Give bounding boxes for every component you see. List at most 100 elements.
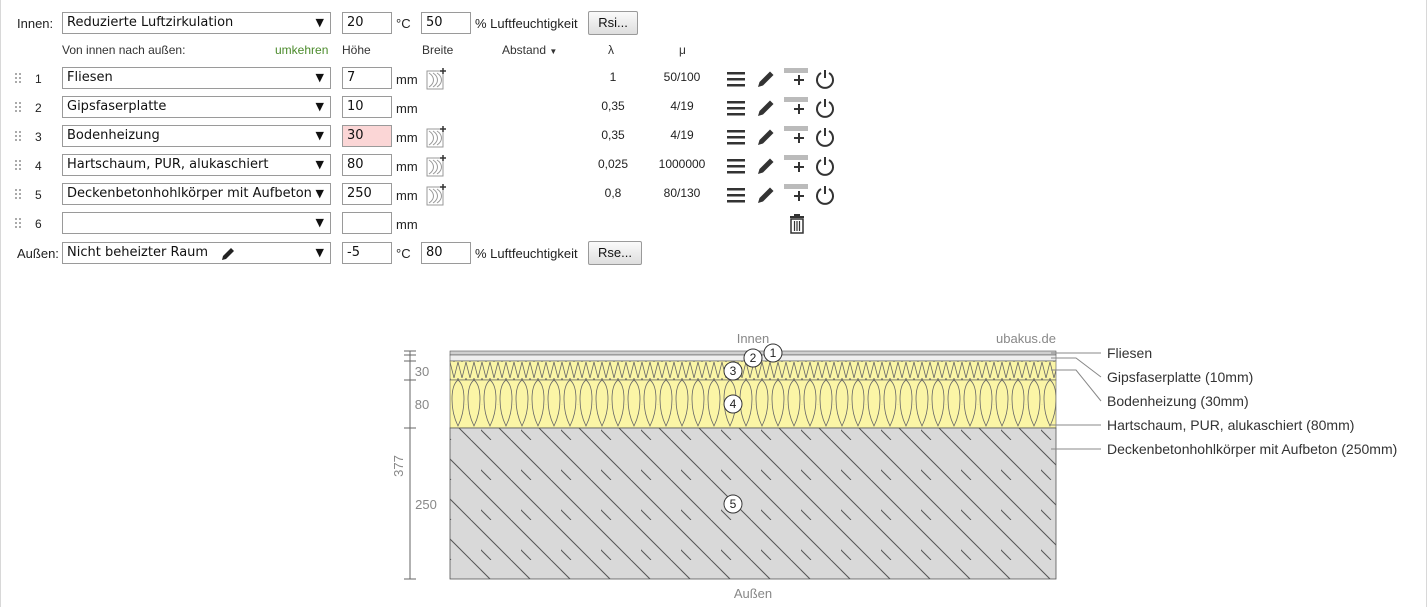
dropdown-arrow-icon: ▼ xyxy=(315,246,324,259)
menu-icon[interactable] xyxy=(725,126,747,148)
marker-5: 5 xyxy=(723,494,743,514)
layer-lambda: 0,8 xyxy=(604,186,622,200)
power-icon[interactable] xyxy=(814,67,836,89)
drag-handle-icon[interactable] xyxy=(15,160,23,172)
legend-item-fliesen: Fliesen xyxy=(1107,345,1152,361)
inside-climate-select[interactable]: Reduzierte Luftzirkulation ▼ xyxy=(62,12,331,34)
dropdown-arrow-icon: ▼ xyxy=(315,16,324,29)
layer-material-value: Gipsfaserplatte xyxy=(67,99,167,114)
layer-lambda: 0,025 xyxy=(597,157,629,171)
inside-humidity-input[interactable]: 50 xyxy=(421,12,471,34)
layer-material-select[interactable]: Deckenbetonhohlkörper mit Aufbeton ▼ xyxy=(62,183,331,205)
inside-climate-value: Reduzierte Luftzirkulation xyxy=(67,15,234,30)
menu-icon[interactable] xyxy=(725,68,747,90)
pencil-icon[interactable] xyxy=(755,126,777,148)
layer-index: 3 xyxy=(35,130,42,144)
svg-text:2: 2 xyxy=(750,351,757,365)
layer-lambda: 0,35 xyxy=(601,99,625,113)
layer-thickness-input[interactable]: 10 xyxy=(342,96,392,118)
power-icon[interactable] xyxy=(814,183,836,205)
layer-thickness-input[interactable] xyxy=(342,212,392,234)
layer-thickness-input[interactable]: 30 xyxy=(342,125,392,147)
cross-section-diagram: Innen ubakus.de Außen 30 80 250 377 1 2 … xyxy=(391,331,1397,601)
layer-mu: 80/130 xyxy=(663,186,701,200)
inside-temp-unit: °C xyxy=(396,16,411,31)
outside-label: Außen: xyxy=(17,246,59,261)
menu-icon[interactable] xyxy=(725,184,747,206)
insert-layer-icon[interactable] xyxy=(783,125,808,147)
layer-material-select[interactable]: Hartschaum, PUR, alukaschiert ▼ xyxy=(62,154,331,176)
layer-lambda: 0,35 xyxy=(601,128,625,142)
add-width-icon[interactable] xyxy=(425,183,447,206)
inside-temp-input[interactable]: 20 xyxy=(342,12,392,34)
insert-layer-icon[interactable] xyxy=(783,67,808,89)
layer-mu: 1000000 xyxy=(658,157,706,171)
drag-handle-icon[interactable] xyxy=(15,189,23,201)
power-icon[interactable] xyxy=(814,96,836,118)
distance-header-label: Abstand xyxy=(502,43,547,57)
outside-humidity-label: % Luftfeuchtigkeit xyxy=(475,246,578,261)
layer-thickness-unit: mm xyxy=(396,188,418,203)
trash-icon[interactable] xyxy=(787,213,809,235)
rsi-button[interactable]: Rsi... xyxy=(588,11,638,35)
pencil-icon[interactable] xyxy=(755,155,777,177)
layer-thickness-unit: mm xyxy=(396,159,418,174)
outside-climate-value: Nicht beheizter Raum xyxy=(67,245,209,260)
outside-humidity-input[interactable]: 80 xyxy=(421,242,471,264)
legend-item-gipsfaserplatte: Gipsfaserplatte (10mm) xyxy=(1107,369,1253,385)
pencil-icon[interactable] xyxy=(755,184,777,206)
layer-index: 1 xyxy=(35,72,42,86)
power-icon[interactable] xyxy=(814,125,836,147)
menu-icon[interactable] xyxy=(725,155,747,177)
pencil-icon[interactable] xyxy=(755,68,777,90)
pencil-icon[interactable] xyxy=(755,97,777,119)
layer-material-select[interactable]: Bodenheizung ▼ xyxy=(62,125,331,147)
insert-layer-icon[interactable] xyxy=(783,96,808,118)
insert-layer-icon[interactable] xyxy=(783,183,808,205)
layer-material-value: Bodenheizung xyxy=(67,128,160,143)
dropdown-arrow-icon: ▼ xyxy=(315,187,324,200)
layer-material-select[interactable]: ▼ xyxy=(62,212,331,234)
legend-item-beton: Deckenbetonhohlkörper mit Aufbeton (250m… xyxy=(1107,441,1397,457)
outside-climate-select[interactable]: Nicht beheizter Raum ▼ xyxy=(62,242,331,264)
pencil-icon[interactable] xyxy=(220,246,236,262)
layer-mu: 4/19 xyxy=(670,128,694,142)
dropdown-arrow-icon: ▼ xyxy=(315,216,324,229)
marker-4: 4 xyxy=(723,394,743,414)
layer-thickness-input[interactable]: 80 xyxy=(342,154,392,176)
mu-header: μ xyxy=(679,43,686,57)
menu-icon[interactable] xyxy=(725,97,747,119)
distance-header[interactable]: Abstand ▼ xyxy=(502,43,557,57)
layer-index: 5 xyxy=(35,188,42,202)
power-icon[interactable] xyxy=(814,154,836,176)
add-width-icon[interactable] xyxy=(425,154,447,177)
layer-thickness-input[interactable]: 250 xyxy=(342,183,392,205)
rse-button[interactable]: Rse... xyxy=(588,241,642,265)
drag-handle-icon[interactable] xyxy=(15,131,23,143)
layer-index: 2 xyxy=(35,101,42,115)
dim-80: 80 xyxy=(415,397,429,412)
layer-index: 6 xyxy=(35,217,42,231)
drag-handle-icon[interactable] xyxy=(15,102,23,114)
layer-beton-hatch xyxy=(450,428,1056,579)
marker-1: 1 xyxy=(763,343,783,363)
insert-layer-icon[interactable] xyxy=(783,154,808,176)
layer-material-select[interactable]: Fliesen ▼ xyxy=(62,67,331,89)
reverse-link[interactable]: umkehren xyxy=(275,43,328,57)
inside-humidity-label: % Luftfeuchtigkeit xyxy=(475,16,578,31)
layer-mu: 4/19 xyxy=(670,99,694,113)
dropdown-arrow-icon: ▼ xyxy=(315,71,324,84)
outside-diagram-label: Außen xyxy=(734,586,772,601)
layer-material-select[interactable]: Gipsfaserplatte ▼ xyxy=(62,96,331,118)
add-width-icon[interactable] xyxy=(425,125,447,148)
dim-total: 377 xyxy=(391,455,406,477)
outside-temp-unit: °C xyxy=(396,246,411,261)
caret-down-icon: ▼ xyxy=(549,47,558,56)
legend-item-hartschaum: Hartschaum, PUR, alukaschiert (80mm) xyxy=(1107,417,1354,433)
watermark: ubakus.de xyxy=(996,331,1056,346)
drag-handle-icon[interactable] xyxy=(15,218,23,230)
outside-temp-input[interactable]: -5 xyxy=(342,242,392,264)
drag-handle-icon[interactable] xyxy=(15,73,23,85)
layer-thickness-input[interactable]: 7 xyxy=(342,67,392,89)
add-width-icon[interactable] xyxy=(425,67,447,90)
